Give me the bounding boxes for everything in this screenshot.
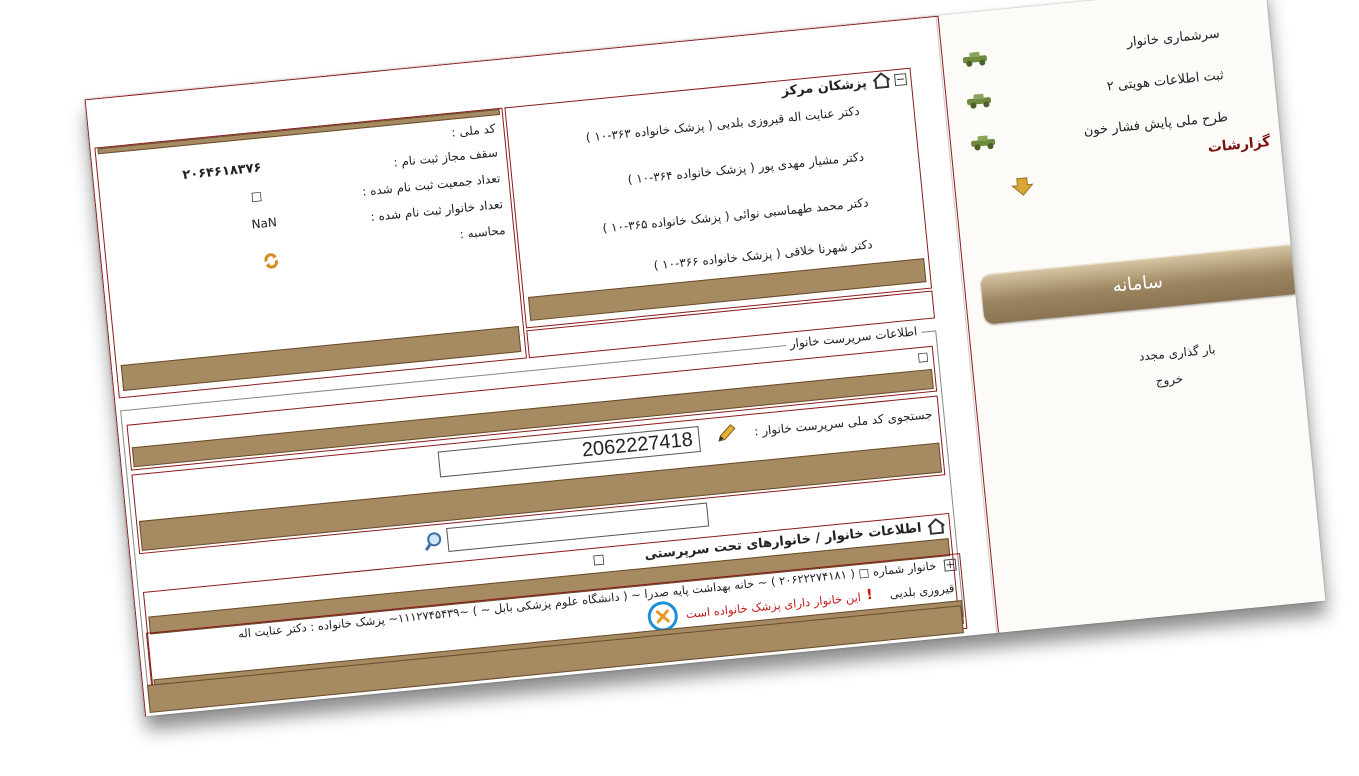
home-icon[interactable] [872,72,891,90]
search-icon[interactable] [422,530,444,552]
families-label: تعداد خانوار ثبت نام شده : [369,197,504,224]
calc-label: محاسبه : [459,222,507,242]
quota-label: سقف مجاز ثبت نام : [392,145,499,170]
collapse-icon[interactable]: − [893,72,908,87]
car-icon[interactable] [964,91,993,110]
doctor-item: دکتر محمد طهماسبی نوائی ( پزشک خانواده ۳… [601,195,870,236]
car-icon[interactable] [960,49,989,68]
search-label: جستجوی کد ملی سرپرست خانوار : [753,407,934,439]
doctor-item: دکتر مشیار مهدی پور ( پزشک خانواده ۳۶۴-۱… [627,149,865,187]
warning-name: قیروزی بلدیی [889,580,956,602]
doctor-item: دکتر عنایت اله قیروزی بلدیی ( پزشک خانوا… [585,103,861,145]
menu-item-identity-registration[interactable]: ثبت اطلاعات هویتی ۲ [1106,68,1224,94]
families-value: NaN [250,215,278,232]
sidebar: سرشماری خانوار ثبت اطلاعات هویتی ۲ طرح م… [935,0,1326,633]
main-area: − پزشکان مرکز دکتر عنایت اله قیروزی بلدی… [84,15,1000,717]
doctors-panel: − پزشکان مرکز دکتر عنایت اله قیروزی بلدی… [504,67,933,329]
stats-panel: کد ملی : سقف مجاز ثبت نام : ۲۰۶۴۶۱۸۳۷۶ ت… [94,107,527,399]
doctors-title: پزشکان مرکز [780,75,868,100]
head-small-box: □ [916,349,930,365]
arrow-down-icon[interactable] [1011,175,1035,197]
quota-value: ۲۰۶۴۶۱۸۳۷۶ [181,160,263,184]
reports-heading[interactable]: گزارشات [1207,134,1271,156]
menu-item-household-census[interactable]: سرشماری خانوار [1126,26,1220,50]
population-label: تعداد جمعیت ثبت نام شده : [361,171,501,199]
expand-icon[interactable]: + [943,558,957,572]
logout-link[interactable]: خروج [1155,372,1184,389]
reload-link[interactable]: بار گذاری مجدد [1138,342,1216,363]
national-code-label: کد ملی : [450,121,497,140]
system-button[interactable]: سامانه [979,244,1296,325]
panel-top-strip [97,108,501,155]
menu-item-blood-pressure[interactable]: طرح ملی پایش فشار خون [1083,110,1228,139]
population-value: □ [250,188,263,204]
car-icon[interactable] [968,133,997,152]
warning-marker: ! [865,586,874,604]
home-icon[interactable] [927,517,946,535]
app-page: سرشماری خانوار ثبت اطلاعات هویتی ۲ طرح م… [84,0,1326,717]
pencil-icon[interactable] [714,422,740,444]
close-icon[interactable] [655,609,670,624]
refresh-icon[interactable] [262,251,280,270]
family-info-suffix: □ [591,551,606,568]
